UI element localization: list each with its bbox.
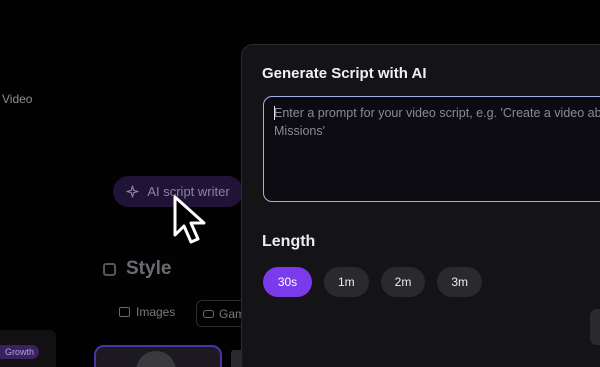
prompt-input[interactable] [274, 104, 600, 194]
generate-script-modal: Generate Script with AI Length 30s 1m 2m… [241, 44, 600, 367]
images-tab-label: Images [136, 305, 176, 319]
screen: Video AI script writer Style Images Gam … [0, 0, 600, 367]
length-3m-button[interactable]: 3m [437, 267, 483, 297]
modal-title: Generate Script with AI [262, 65, 427, 82]
image-icon [119, 307, 130, 317]
style-heading: Style [103, 258, 171, 280]
images-tab[interactable]: Images [119, 305, 175, 319]
gamepad-icon [203, 309, 214, 318]
style-title-text: Style [126, 258, 172, 279]
generate-button[interactable] [590, 309, 600, 345]
length-1m-button[interactable]: 1m [324, 267, 369, 297]
style-icon [103, 262, 116, 276]
length-label: Length [262, 233, 316, 250]
style-thumbnail-selected[interactable] [94, 345, 222, 367]
length-options: 30s 1m 2m 3m [263, 267, 483, 297]
cursor-icon [173, 195, 206, 244]
length-30s-button[interactable]: 30s [263, 267, 312, 297]
sparkle-icon [126, 185, 139, 198]
text-caret [274, 106, 275, 120]
growth-badge: Growth [0, 345, 40, 359]
length-2m-button[interactable]: 2m [380, 267, 426, 297]
prompt-box[interactable] [263, 96, 600, 202]
video-label: Video [2, 92, 33, 106]
growth-card[interactable]: Growth [0, 330, 56, 367]
